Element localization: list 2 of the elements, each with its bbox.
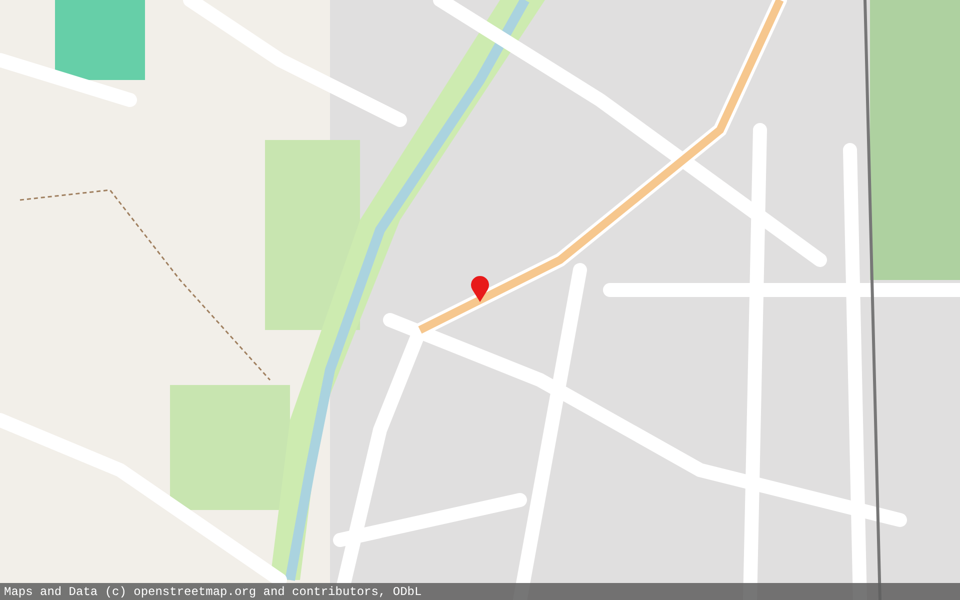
map-attribution: Maps and Data (c) openstreetmap.org and contributors, ODbL — [4, 586, 422, 598]
map-pin-icon[interactable] — [470, 276, 490, 302]
